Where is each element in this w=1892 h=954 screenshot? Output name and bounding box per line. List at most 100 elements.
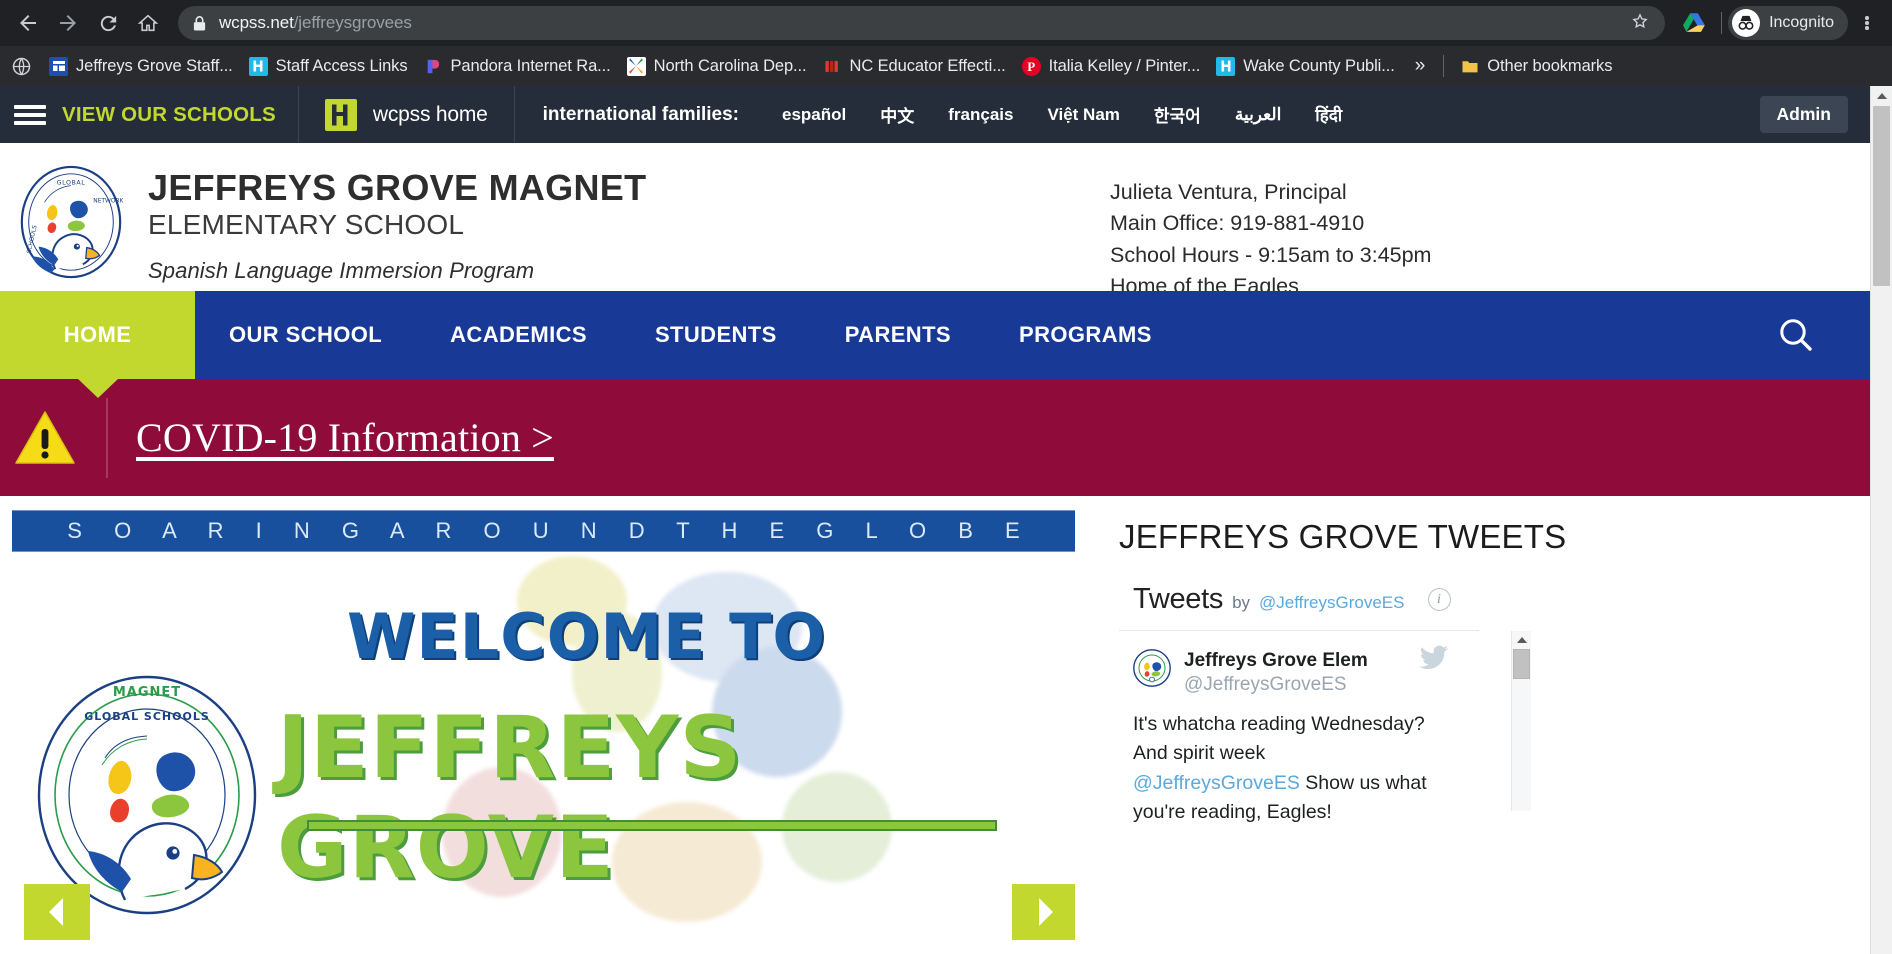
nc-educator-favicon (823, 57, 842, 76)
hero-welcome-text: WELCOME TO (347, 600, 827, 673)
hero-carousel[interactable]: S O A R I N G A R O U N D T H E G L O B … (12, 510, 1075, 940)
banner-divider (106, 397, 108, 478)
language-link-fr[interactable]: français (931, 105, 1030, 125)
jeffreys-grove-avatar (1133, 649, 1171, 687)
wcpss-home-link[interactable]: wcpss home (299, 86, 514, 143)
language-link-ko[interactable]: 한국어 (1137, 102, 1218, 127)
carousel-next-arrow-icon[interactable] (1012, 884, 1075, 940)
bookmark-label: Pandora Internet Ra... (450, 56, 611, 75)
bookmark-label: Staff Access Links (275, 56, 408, 75)
hero-strip: S O A R I N G A R O U N D T H E G L O B … (12, 510, 1075, 552)
tweet-author: Jeffreys Grove Elem @JeffreysGroveES (1184, 649, 1368, 697)
browser-chrome: wcpss.net/jeffreysgrovees Incognito Jeff… (0, 0, 1892, 86)
tweet-scroll-up-button[interactable] (1512, 631, 1531, 649)
scroll-up-button[interactable] (1871, 86, 1892, 106)
international-families-label: international families: (542, 103, 739, 125)
language-link-zh[interactable]: 中文 (863, 102, 931, 127)
nav-active-pointer (76, 378, 119, 398)
google-drive-icon[interactable] (1677, 6, 1711, 40)
bookmark-label: North Carolina Dep... (653, 56, 807, 75)
nav-item-academics[interactable]: ACADEMICS (416, 291, 621, 379)
school-name: JEFFREYS GROVE MAGNET (148, 167, 647, 208)
reload-icon[interactable] (88, 3, 128, 43)
bookmark-item[interactable]: Jeffreys Grove Staff... (41, 52, 241, 80)
search-icon[interactable] (1746, 291, 1870, 379)
tweet-text: It's whatcha reading Wednesday? And spir… (1133, 710, 1433, 829)
carousel-prev-arrow-icon[interactable] (24, 884, 90, 940)
twitter-widget-header: Tweets by @JeffreysGroveES i (1119, 583, 1479, 616)
tweet-text-part1: It's whatcha reading Wednesday? And spir… (1133, 712, 1425, 765)
bookmark-label: Wake County Publi... (1243, 56, 1395, 75)
page-content: S O A R I N G A R O U N D T H E G L O B … (0, 496, 1870, 954)
bookmark-item[interactable]: North Carolina Dep... (619, 52, 815, 80)
svg-text:GLOBAL SCHOOLS: GLOBAL SCHOOLS (84, 710, 210, 723)
tweet-display-name: Jeffreys Grove Elem (1184, 650, 1368, 671)
hero-school-text: JEFFREYS GROVE (277, 698, 743, 898)
language-link-hi[interactable]: हिंदी (1298, 103, 1359, 126)
admin-button[interactable]: Admin (1759, 96, 1848, 133)
nav-item-home[interactable]: HOME (0, 291, 195, 398)
bookmark-label: NC Educator Effecti... (849, 56, 1006, 75)
school-subname: ELEMENTARY SCHOOL (148, 209, 465, 241)
school-header: GLOBAL NETWORK SCHOOLS JEFFREYS GROVE MA… (0, 143, 1870, 298)
twitter-widget-handle[interactable]: @JeffreysGroveES (1259, 593, 1404, 613)
twitter-timeline-widget: Tweets by @JeffreysGroveES i Jeffreys Gr… (1119, 583, 1531, 829)
language-link-es[interactable]: español (765, 105, 863, 125)
profile-chip[interactable]: Incognito (1728, 6, 1848, 40)
main-office-line: Main Office: 919-881-4910 (1110, 211, 1365, 236)
bookmark-item[interactable]: P Italia Kelley / Pinter... (1014, 52, 1209, 80)
principal-line: Julieta Ventura, Principal (1110, 180, 1347, 204)
tweet-widget-scrollbar[interactable] (1511, 631, 1531, 811)
site-favicon (248, 56, 268, 76)
bookmarks-overflow-button[interactable]: » (1403, 55, 1438, 77)
tweet-mention[interactable]: @JeffreysGroveES (1133, 772, 1300, 794)
kebab-menu-icon[interactable] (1850, 3, 1884, 43)
bookmark-star-icon[interactable] (1619, 10, 1651, 37)
bookmark-item[interactable]: Pandora Internet Ra... (415, 52, 618, 80)
twitter-bird-icon (1419, 645, 1449, 676)
scroll-thumb[interactable] (1873, 106, 1890, 286)
wcpss-utility-bar: VIEW OUR SCHOOLS wcpss home internationa… (0, 86, 1870, 143)
back-arrow-icon[interactable] (8, 3, 48, 43)
bookmarks-divider (1443, 55, 1445, 77)
hamburger-menu-icon[interactable] (14, 104, 46, 125)
nav-item-our-school[interactable]: OUR SCHOOL (195, 291, 416, 379)
other-bookmarks-folder[interactable]: Other bookmarks (1452, 52, 1620, 80)
twitter-widget-title: Tweets (1133, 583, 1224, 615)
language-link-vi[interactable]: Việt Nam (1030, 105, 1136, 125)
bookmark-item[interactable]: Wake County Publi... (1208, 52, 1402, 80)
profile-label: Incognito (1769, 14, 1834, 31)
toolbar-divider (1721, 12, 1723, 34)
nav-item-students[interactable]: STUDENTS (621, 291, 811, 379)
nav-item-parents[interactable]: PARENTS (811, 291, 985, 379)
hero-underline-bar (307, 820, 997, 831)
bookmark-item[interactable]: NC Educator Effecti... (815, 52, 1014, 80)
view-our-schools-button[interactable]: VIEW OUR SCHOOLS (0, 86, 298, 143)
tweet-item[interactable]: Jeffreys Grove Elem @JeffreysGroveES It'… (1119, 630, 1531, 829)
tweet-scroll-thumb[interactable] (1513, 649, 1530, 679)
svg-text:GLOBAL: GLOBAL (57, 180, 86, 187)
nav-item-academics-label: ACADEMICS (450, 322, 587, 347)
bookmark-label: Jeffreys Grove Staff... (76, 56, 233, 75)
bookmark-item[interactable]: Staff Access Links (241, 52, 416, 80)
tweet-handle[interactable]: @JeffreysGroveES (1184, 674, 1347, 695)
info-icon[interactable]: i (1427, 588, 1451, 611)
covid-information-link[interactable]: COVID-19 Information > (136, 414, 554, 461)
hero-column: S O A R I N G A R O U N D T H E G L O B … (0, 496, 1085, 954)
language-link-ar[interactable]: العربية (1218, 105, 1298, 125)
apps-globe-icon[interactable] (10, 52, 41, 80)
address-bar[interactable]: wcpss.net/jeffreysgrovees (178, 6, 1666, 40)
school-tagline: Spanish Language Immersion Program (148, 258, 535, 284)
tweets-column: JEFFREYS GROVE TWEETS Tweets by @Jeffrey… (1085, 496, 1870, 954)
nav-item-programs[interactable]: PROGRAMS (985, 291, 1186, 379)
site-favicon (49, 56, 68, 76)
bookmark-label: Italia Kelley / Pinter... (1048, 56, 1201, 75)
forward-arrow-icon[interactable] (48, 3, 88, 43)
nav-item-home-label: HOME (63, 322, 132, 347)
hero-strip-text: S O A R I N G A R O U N D T H E G L O B … (67, 518, 1033, 543)
wcpss-logo-icon (324, 98, 357, 131)
nav-item-parents-label: PARENTS (844, 322, 952, 347)
home-icon[interactable] (128, 3, 168, 43)
page-scrollbar[interactable] (1870, 86, 1892, 954)
main-navigation: HOME OUR SCHOOL ACADEMICS STUDENTS PAREN… (0, 291, 1870, 398)
